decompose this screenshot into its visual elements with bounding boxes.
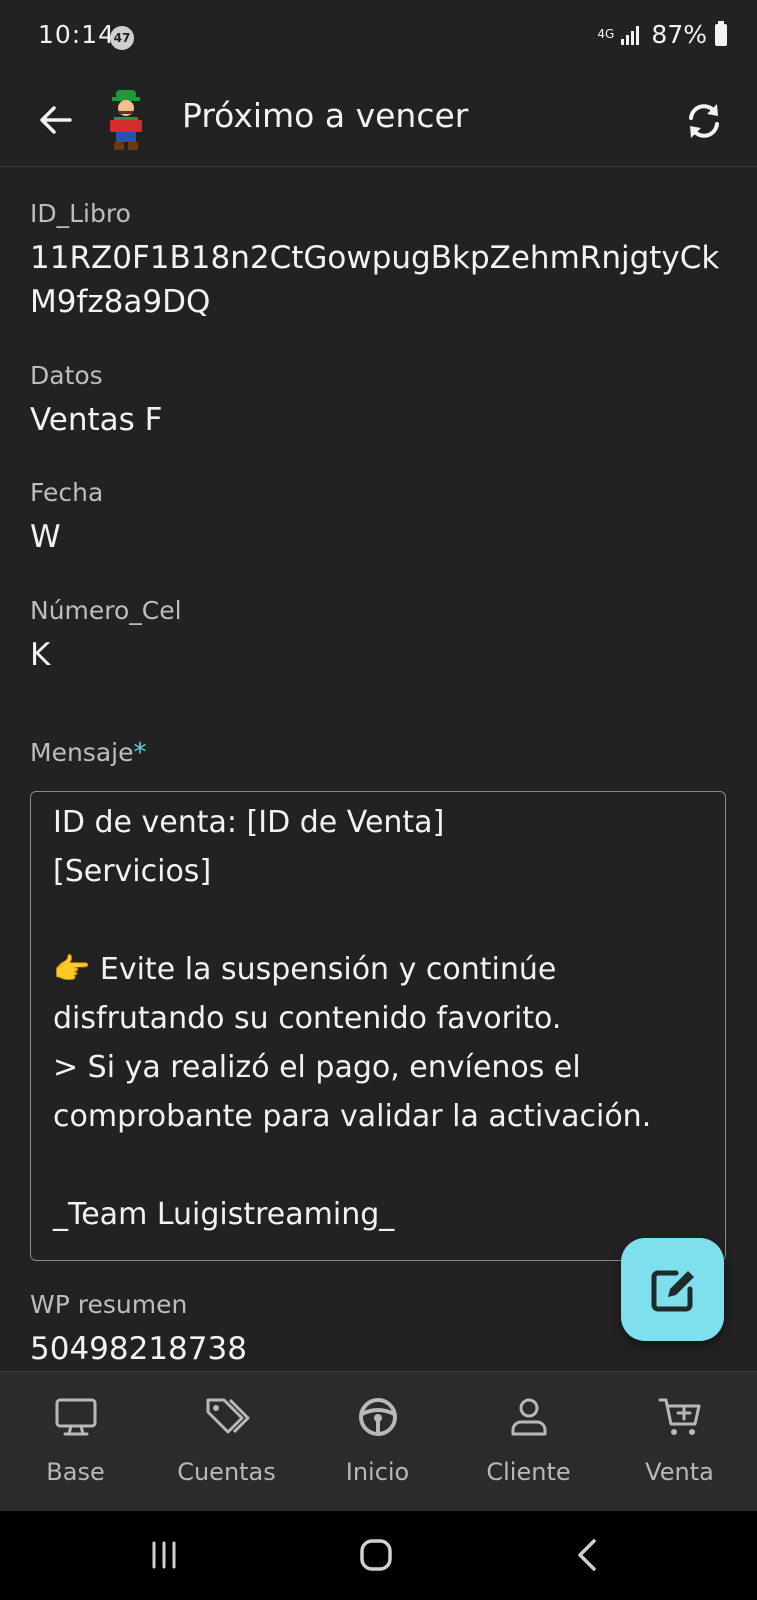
field-value: 50498218738	[30, 1331, 247, 1367]
status-icons: 4G 87%	[597, 20, 727, 49]
avatar-logo	[110, 90, 142, 150]
back-arrow-icon[interactable]	[34, 98, 78, 142]
edit-icon	[651, 1270, 694, 1312]
field-mensaje-label: Mensaje*	[30, 738, 730, 768]
message-line: disfrutando su contenido favorito.	[53, 1001, 562, 1036]
signal-icon	[621, 25, 640, 45]
field-numero-cel: Número_Cel K	[30, 596, 730, 677]
nav-item-venta[interactable]: Venta	[604, 1372, 755, 1512]
field-id-libro: ID_Libro 11RZ0F1B18n2CtGowpugBkpZehmRnjg…	[30, 199, 730, 324]
required-asterisk: *	[133, 738, 147, 768]
home-icon[interactable]	[354, 1533, 398, 1577]
field-value: Ventas F	[30, 402, 163, 438]
page-title: Próximo a vencer	[182, 96, 469, 135]
message-line: _Team Luigistreaming_	[53, 1197, 395, 1232]
edit-fab-button[interactable]	[621, 1238, 724, 1341]
field-fecha: Fecha W	[30, 478, 730, 559]
nav-item-cuentas[interactable]: Cuentas	[151, 1372, 302, 1512]
nav-label: Venta	[645, 1458, 714, 1486]
battery-percent: 87%	[651, 20, 707, 49]
notification-badge: 47	[110, 26, 134, 50]
status-time: 10:14	[38, 20, 116, 49]
nav-label: Cuentas	[177, 1458, 276, 1486]
field-value: 11RZ0F1B18n2CtGowpugBkpZehmRnjgtyCkM9fz8…	[30, 240, 720, 320]
cart-icon	[658, 1398, 700, 1435]
system-navigation-bar	[0, 1511, 757, 1600]
message-line	[53, 1141, 703, 1190]
steering-wheel-icon	[358, 1398, 397, 1436]
nav-item-cliente[interactable]: Cliente	[453, 1372, 604, 1512]
bottom-navigation: Base Cuentas Inicio Cliente Venta	[0, 1371, 757, 1512]
field-datos: Datos Ventas F	[30, 361, 730, 442]
back-nav-icon[interactable]	[566, 1533, 610, 1577]
user-icon	[511, 1398, 546, 1436]
field-label: Fecha	[30, 478, 104, 507]
field-value: K	[30, 637, 51, 673]
app-bar: Próximo a vencer	[0, 76, 757, 167]
message-line: comprobante para validar la activación.	[53, 1099, 652, 1134]
field-label: Mensaje	[30, 738, 134, 767]
field-label: Número_Cel	[30, 596, 182, 625]
message-line: ID de venta: [ID de Venta]	[53, 805, 445, 840]
message-line	[53, 896, 703, 945]
nav-item-base[interactable]: Base	[0, 1372, 151, 1512]
field-label: ID_Libro	[30, 199, 131, 228]
nav-label: Cliente	[486, 1458, 571, 1486]
message-textarea[interactable]: ID de venta: [ID de Venta] [Servicios] 👉…	[30, 791, 726, 1261]
field-value: W	[30, 519, 61, 555]
sync-icon[interactable]	[679, 96, 729, 146]
tags-icon	[206, 1398, 249, 1434]
message-line: 👉 Evite la suspensión y continúe	[53, 952, 557, 987]
field-label: Datos	[30, 361, 103, 390]
network-type-icon: 4G	[597, 27, 615, 41]
message-line: [Servicios]	[53, 854, 212, 889]
monitor-icon	[55, 1398, 96, 1436]
nav-label: Inicio	[345, 1458, 410, 1486]
detail-content[interactable]: ID_Libro 11RZ0F1B18n2CtGowpugBkpZehmRnjg…	[0, 167, 757, 1371]
message-line: > Si ya realizó el pago, envíenos el	[53, 1050, 581, 1085]
battery-icon	[715, 20, 727, 46]
status-bar: 10:14 47 4G 87%	[0, 0, 757, 76]
nav-label: Base	[46, 1458, 105, 1486]
recent-apps-icon[interactable]	[142, 1533, 186, 1577]
nav-item-inicio[interactable]: Inicio	[302, 1372, 453, 1512]
